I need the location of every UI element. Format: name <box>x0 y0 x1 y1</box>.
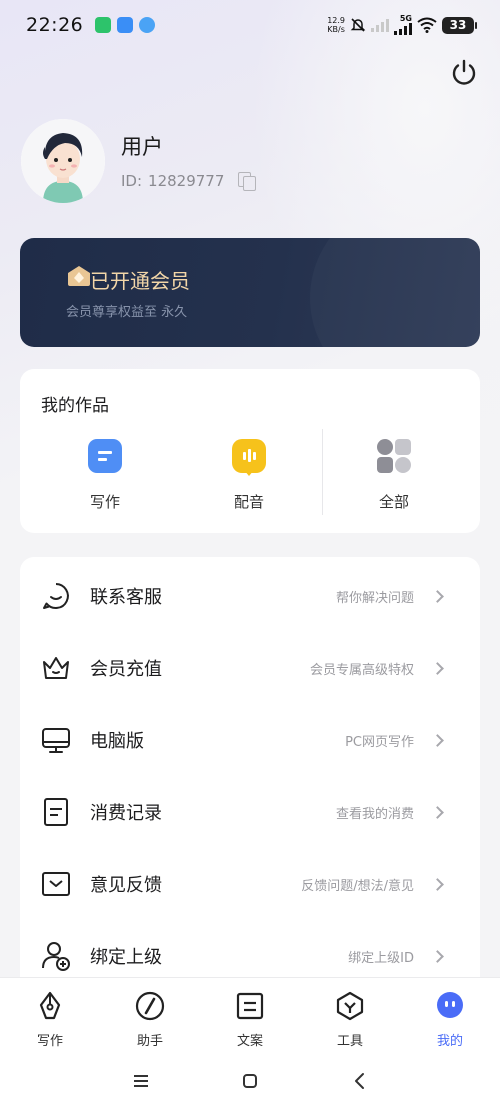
user-id-value: 12829777 <box>148 172 225 190</box>
battery-indicator: 33 <box>442 16 477 34</box>
back-icon[interactable] <box>350 1071 370 1091</box>
menu-item-pc-version[interactable]: 电脑版 PC网页写作 <box>20 704 480 776</box>
net-speed: 12.9 KB/s <box>327 16 345 34</box>
menu-item-customer-service[interactable]: 联系客服 帮你解决问题 <box>20 560 480 632</box>
member-card[interactable]: 已开通会员 会员尊享权益至 永久 <box>20 238 480 347</box>
bottom-tab-bar: 写作 助手 文案 工具 我的 <box>0 977 500 1052</box>
menu-item-vip-recharge[interactable]: 会员充值 会员专属高级特权 <box>20 632 480 704</box>
works-divider <box>322 429 323 515</box>
notification-icons <box>95 17 156 33</box>
chevron-right-icon <box>431 589 444 603</box>
works-item-writing[interactable]: 写作 <box>60 439 150 512</box>
signal-sim1-icon <box>371 18 389 32</box>
pen-icon <box>39 991 61 1020</box>
menu-icon[interactable] <box>131 1071 151 1091</box>
system-nav-bar <box>0 1052 500 1111</box>
works-card: 我的作品 写作 配音 全部 <box>20 369 480 533</box>
status-bar: 22:26 12.9 KB/s 5G 33 <box>0 0 500 50</box>
document-icon <box>88 439 122 473</box>
wechat-notification-icon <box>95 17 112 33</box>
tab-me[interactable]: 我的 <box>410 990 490 1049</box>
mute-icon <box>350 18 366 32</box>
wifi-icon <box>417 17 437 33</box>
compass-icon <box>135 991 165 1021</box>
chevron-right-icon <box>431 661 444 675</box>
copy-icon[interactable] <box>238 172 257 191</box>
doc-icon <box>236 992 264 1020</box>
chevron-right-icon <box>431 805 444 819</box>
browser-notification-icon <box>139 17 156 33</box>
works-item-all[interactable]: 全部 <box>349 439 439 512</box>
user-id-row: ID: 12829777 <box>121 172 257 191</box>
works-item-dubbing[interactable]: 配音 <box>204 439 294 512</box>
add-user-icon <box>42 942 70 971</box>
menu-item-spending-records[interactable]: 消费记录 查看我的消费 <box>20 776 480 848</box>
member-title: 已开通会员 <box>90 269 190 293</box>
feedback-icon <box>42 872 70 896</box>
vip-badge-icon <box>68 266 90 286</box>
signal-sim2-icon <box>394 23 412 35</box>
monitor-icon <box>42 728 70 753</box>
home-icon[interactable] <box>240 1071 260 1091</box>
crown-icon <box>43 657 69 679</box>
voice-icon <box>232 439 266 476</box>
record-icon <box>44 798 68 826</box>
network-type: 5G <box>399 14 412 23</box>
works-title: 我的作品 <box>41 396 109 416</box>
user-id-label: ID: <box>121 172 143 190</box>
tab-tools[interactable]: 工具 <box>310 990 390 1049</box>
power-icon[interactable] <box>449 58 479 88</box>
member-subtitle: 会员尊享权益至 永久 <box>66 305 188 320</box>
chevron-right-icon <box>431 877 444 891</box>
menu-item-feedback[interactable]: 意见反馈 反馈问题/想法/意见 <box>20 848 480 920</box>
chat-icon <box>43 583 69 609</box>
tab-assistant[interactable]: 助手 <box>110 990 190 1049</box>
grid-icon <box>377 439 411 473</box>
username: 用户 <box>121 135 163 159</box>
tab-copywriting[interactable]: 文案 <box>210 990 290 1049</box>
menu-list: 联系客服 帮你解决问题 会员充值 会员专属高级特权 电脑版 PC网页写作 消费记… <box>20 557 480 987</box>
avatar[interactable] <box>21 119 105 203</box>
chevron-right-icon <box>431 733 444 747</box>
app-notification-icon <box>117 17 134 33</box>
tool-icon <box>336 991 364 1021</box>
tab-writing[interactable]: 写作 <box>10 990 90 1049</box>
chevron-right-icon <box>431 949 444 963</box>
me-icon <box>437 992 463 1018</box>
status-time: 22:26 <box>26 14 84 36</box>
